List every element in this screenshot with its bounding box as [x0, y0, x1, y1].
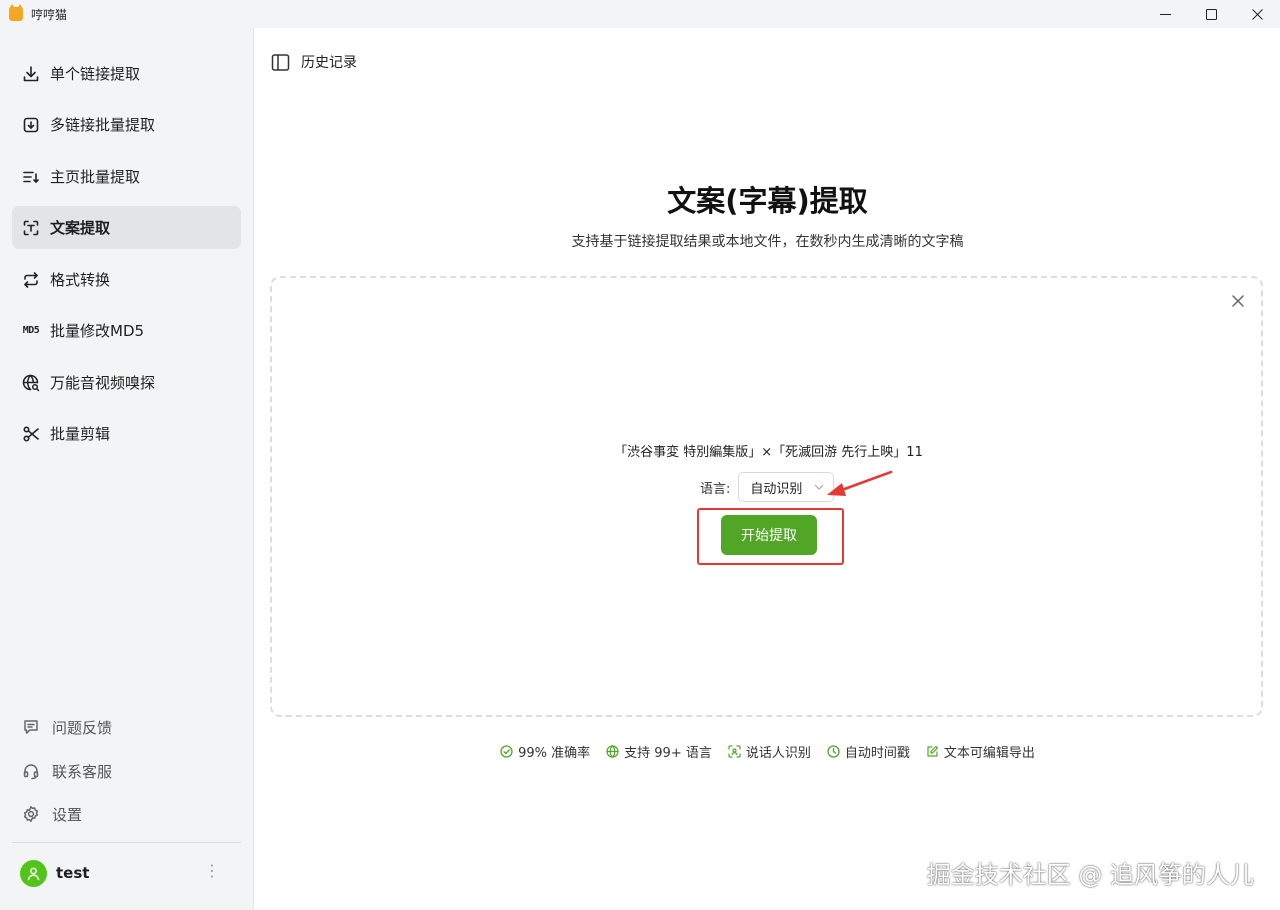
feature-languages: 支持 99+ 语言 [606, 742, 712, 761]
sidebar-item-media-sniff[interactable]: 万能音视频嗅探 [12, 361, 241, 404]
sidebar-item-text-extract[interactable]: 文案提取 [12, 206, 241, 249]
download-icon [22, 65, 40, 83]
sidebar-item-label: 格式转换 [50, 271, 111, 289]
sidebar-item-batch-clip[interactable]: 批量剪辑 [12, 412, 241, 455]
clear-file-icon[interactable] [1231, 294, 1245, 308]
sidebar-item-label: 批量修改MD5 [50, 322, 145, 340]
sidebar-item-homepage-batch[interactable]: 主页批量提取 [12, 155, 241, 198]
page-subtitle: 支持基于链接提取结果或本地文件，在数秒内生成清晰的文字稿 [571, 234, 964, 250]
language-row: 语言: 自动识别 [700, 472, 835, 502]
sidebar-footer-settings[interactable]: 设置 [12, 796, 241, 832]
minimize-icon [1159, 13, 1171, 15]
edit-icon [927, 745, 938, 757]
feature-export: 文本可编辑导出 [926, 742, 1035, 761]
history-toggle[interactable]: 历史记录 [271, 52, 357, 72]
app-title: 哼哼猫 [31, 7, 68, 22]
globe-search-icon [22, 374, 40, 392]
gear-icon [22, 805, 40, 823]
close-window-button[interactable] [1234, 0, 1280, 28]
check-circle-icon [500, 745, 513, 758]
user-name: test [56, 864, 90, 882]
sidebar-item-format-convert[interactable]: 格式转换 [12, 258, 241, 301]
sidebar-item-single-link[interactable]: 单个链接提取 [12, 52, 241, 95]
sidebar-footer-support[interactable]: 联系客服 [12, 753, 241, 789]
start-extract-button[interactable]: 开始提取 [721, 515, 817, 555]
feature-list: 99% 准确率 支持 99+ 语言 说话人识别 自动时间戳 文本可编辑导出 [255, 742, 1280, 761]
close-icon [1251, 8, 1263, 20]
avatar [20, 859, 47, 887]
sidebar-item-label: 万能音视频嗅探 [50, 374, 156, 392]
feature-accuracy: 99% 准确率 [500, 742, 590, 761]
headset-icon [22, 762, 40, 780]
sidebar-item-multi-link[interactable]: 多链接批量提取 [12, 103, 241, 146]
feature-speaker-id: 说话人识别 [728, 742, 811, 761]
maximize-icon [1205, 8, 1217, 20]
page-title: 文案(字幕)提取 [667, 184, 868, 218]
main-content: 历史记录 文案(字幕)提取 支持基于链接提取结果或本地文件，在数秒内生成清晰的文… [255, 28, 1280, 910]
user-profile[interactable]: test ⋮ [20, 858, 240, 888]
feedback-icon [22, 718, 40, 736]
sidebar-footer-feedback[interactable]: 问题反馈 [12, 709, 241, 745]
selected-file-name: 「渋谷事変 特別編集版」×「死滅回游 先行上映」11 [614, 445, 923, 460]
window-controls [1142, 0, 1280, 28]
scissors-icon [22, 425, 40, 443]
clock-icon [827, 745, 840, 758]
user-icon [27, 867, 40, 880]
sidebar-panel-icon [271, 53, 290, 71]
sidebar-item-label: 单个链接提取 [50, 65, 141, 83]
sidebar-item-label: 主页批量提取 [50, 168, 141, 186]
sidebar-item-label: 文案提取 [50, 219, 111, 237]
sidebar: 单个链接提取 多链接批量提取 主页批量提取 文案提取 格式转换 MD5 批量修改… [0, 28, 254, 910]
speaker-scan-icon [728, 745, 741, 758]
sidebar-divider [12, 842, 241, 843]
cat-logo-icon [9, 4, 23, 21]
swap-arrows-icon [22, 271, 40, 289]
md5-icon: MD5 [22, 325, 40, 336]
tray-download-icon [22, 116, 40, 134]
sidebar-item-label: 批量剪辑 [50, 425, 111, 443]
sidebar-footer-label: 问题反馈 [52, 718, 113, 737]
more-options-button[interactable]: ⋮ [204, 863, 220, 879]
globe-icon [606, 745, 619, 758]
watermark: 掘金技术社区 @ 追风筝的人儿 [926, 861, 1254, 889]
annotation-arrow [827, 470, 893, 496]
text-scan-icon [22, 219, 40, 237]
title-bar: 哼哼猫 [0, 0, 1280, 28]
sidebar-footer-label: 联系客服 [52, 762, 113, 781]
maximize-button[interactable] [1188, 0, 1234, 28]
language-select[interactable]: 自动识别 [738, 472, 835, 502]
list-download-icon [22, 168, 40, 186]
minimize-button[interactable] [1142, 0, 1188, 28]
sidebar-item-md5[interactable]: MD5 批量修改MD5 [12, 309, 241, 352]
language-label: 语言: [700, 481, 731, 497]
feature-timestamp: 自动时间戳 [827, 742, 910, 761]
file-drop-zone[interactable]: 「渋谷事変 特別編集版」×「死滅回游 先行上映」11 语言: 自动识别 开始提取 [270, 276, 1263, 717]
language-value: 自动识别 [750, 481, 803, 497]
sidebar-footer-label: 设置 [52, 805, 83, 824]
chevron-down-icon [814, 484, 824, 490]
history-label: 历史记录 [301, 55, 357, 71]
sidebar-item-label: 多链接批量提取 [50, 116, 156, 134]
